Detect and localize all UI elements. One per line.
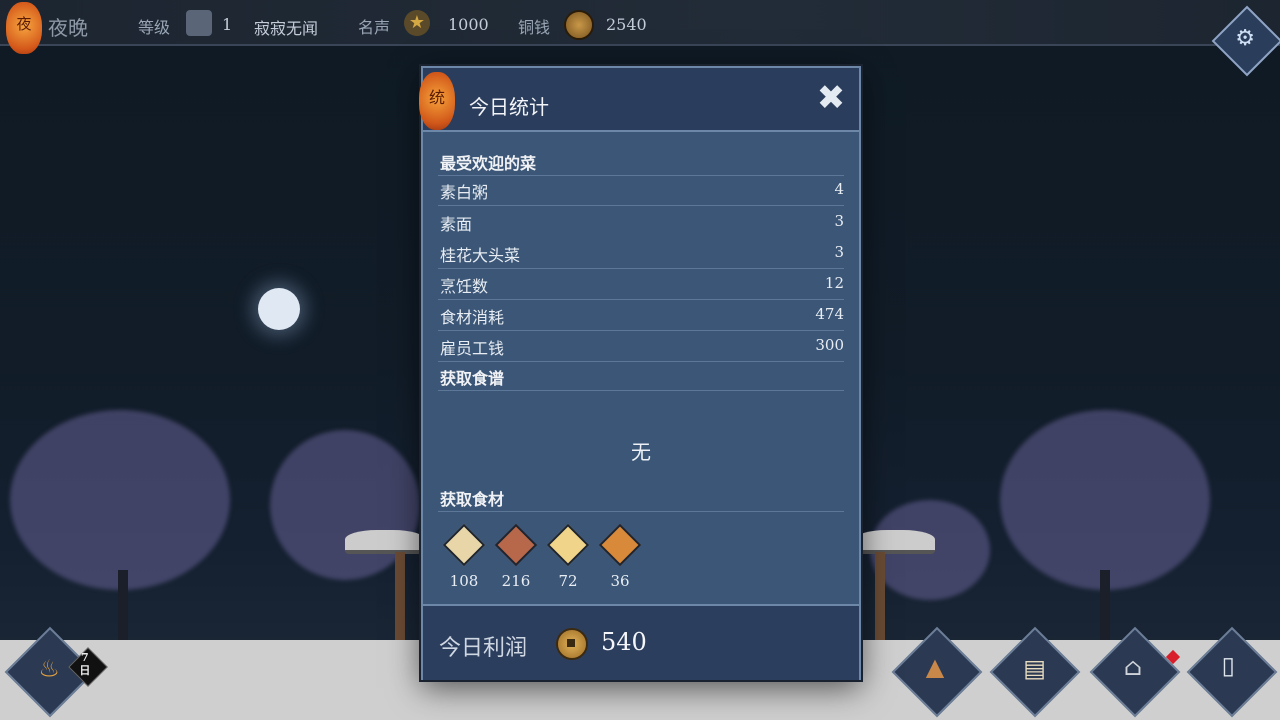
daily-stats-dialog: 统 今日统计 ✖ 最受欢迎的菜 素白粥 4 素面 3 桂花大头菜 3 烹饪数 1… [419,66,861,680]
copper-coin-icon [556,628,588,660]
lantern-icon: ♨ [38,654,60,683]
ingredient-cost-label: 食材消耗 [440,308,505,327]
wages-value: 300 [815,336,844,354]
tree-trunk [1100,570,1110,640]
dish-count: 4 [834,180,844,198]
dialog-title: 今日统计 [469,95,549,119]
profit-label: 今日利润 [439,636,528,661]
straw-hat-icon: ▲ [925,653,945,682]
popular-dish-row: 素白粥 4 [438,175,844,206]
tree-trunk [118,570,128,640]
cooking-count-value: 12 [824,274,844,292]
star-fame-icon: ★ [404,10,430,36]
profit-value: 540 [601,628,647,656]
noodles-icon [546,523,590,567]
ingredient-cost-row: 食材消耗 474 [438,300,844,331]
money-value: 2540 [606,15,647,34]
ingredient-count: 36 [610,572,630,590]
tofu-block-icon [598,523,642,567]
shrine-gate-left [345,530,425,642]
ingredient-cost-value: 474 [815,305,844,323]
time-of-day-label: 夜晚 [48,16,88,40]
stats-lantern-icon: 统 [419,72,455,130]
popular-dish-row: 素面 3 [438,207,844,237]
pagoda-level-icon [186,10,212,36]
ingredient-item[interactable]: 108 [442,523,486,590]
dish-name: 素白粥 [440,183,489,202]
gear-icon: ⚙ [1235,25,1256,51]
no-recipes-text: 无 [631,440,651,464]
pagoda-icon: ⌂ [1123,653,1143,682]
ingredient-item[interactable]: 72 [546,523,590,590]
fame-value: 1000 [448,15,489,34]
cooking-count-row: 烹饪数 12 [438,269,844,300]
level-label: 等级 [138,18,171,37]
ingredient-count: 108 [449,572,479,590]
ingredient-item[interactable]: 36 [598,523,642,590]
copper-coin-icon [564,10,594,40]
ingredient-item[interactable]: 216 [494,523,538,590]
cooking-count-label: 烹饪数 [440,277,489,296]
scroll-icon: ▤ [1023,654,1046,683]
rice-sack-icon [442,523,486,567]
recipes-obtained-title: 获取食谱 [440,369,505,388]
level-title: 寂寂无闻 [254,19,319,38]
close-button[interactable]: ✖ [815,81,847,115]
day-unit: 日 [79,663,91,677]
fame-label: 名声 [358,18,391,37]
close-icon: ✖ [816,78,846,118]
wages-row: 雇员工钱 300 [438,331,844,362]
dish-count: 3 [834,243,844,261]
popular-dish-row: 桂花大头菜 3 [438,238,844,269]
dish-name: 桂花大头菜 [440,246,521,265]
dish-name: 素面 [440,215,473,234]
popular-dishes-title: 最受欢迎的菜 [440,154,537,173]
dish-count: 3 [834,212,844,230]
divider [438,390,844,391]
ingredients-obtained-title: 获取食材 [440,490,505,509]
night-lantern-icon: 夜 [6,2,42,54]
top-status-bar: 夜 夜晚 等级 1 寂寂无闻 名声 ★ 1000 铜钱 2540 [0,0,1280,54]
shrine-gate-right [855,530,935,642]
blossom-tree [1000,410,1210,590]
divider [438,511,844,512]
moon [258,288,300,330]
wages-label: 雇员工钱 [440,339,505,358]
profit-footer: 今日利润 540 [423,604,859,680]
day-number: 7 [80,650,89,664]
bucket-icon [494,523,538,567]
dialog-header: 统 今日统计 ✖ [419,68,859,132]
ingredient-count: 216 [501,572,531,590]
ingredient-count: 72 [558,572,578,590]
money-label: 铜钱 [518,18,551,37]
level-value: 1 [222,15,233,34]
blossom-tree [10,410,230,590]
book-icon: ▯ [1221,651,1235,680]
